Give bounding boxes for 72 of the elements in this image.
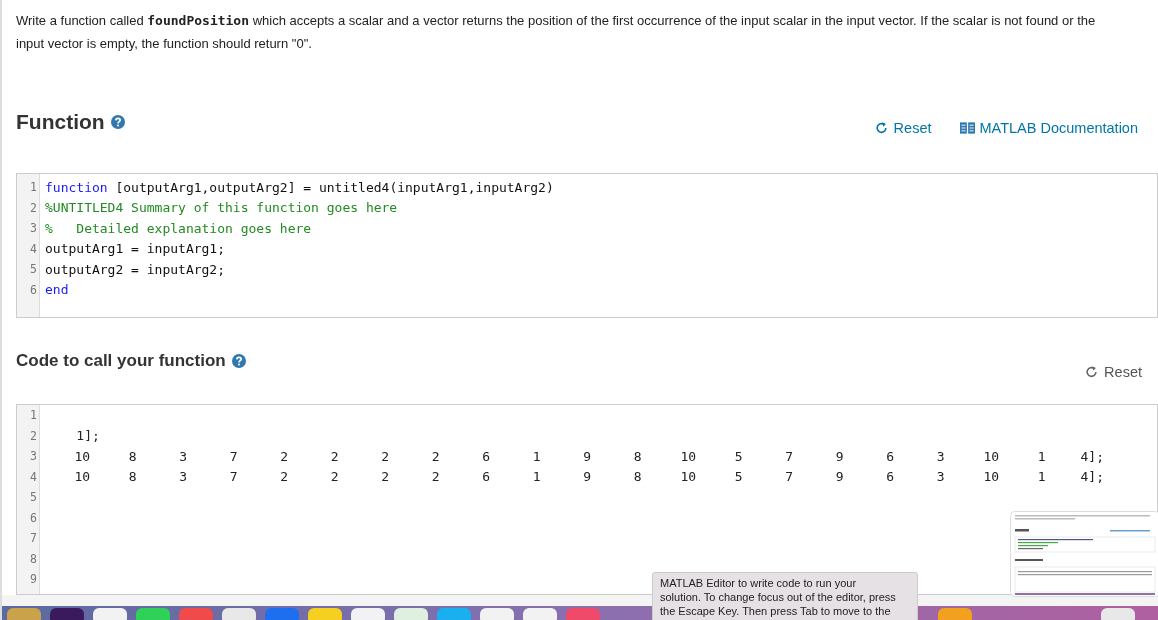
tooltip-text: the Escape Key. Then press Tab to move to the (660, 604, 891, 618)
code-value: 8 (127, 469, 138, 485)
line-number: 9 (29, 572, 37, 587)
code-value: 8 (632, 469, 643, 485)
code-value: 1 (1036, 448, 1047, 464)
code-value: 2 (380, 448, 391, 464)
code-value: 2 (279, 469, 290, 485)
line-number: 3 (29, 449, 37, 464)
code-value: 2 (380, 469, 391, 485)
code-value: 3 (935, 448, 946, 464)
code-value: 10 (982, 448, 1001, 464)
code-value: 10 (73, 469, 92, 485)
line-number: 4 (29, 469, 37, 484)
line-number: 2 (29, 428, 37, 443)
code-value: 4]; (1079, 448, 1105, 464)
line-number: 3 (29, 221, 37, 236)
line-number: 1 (29, 408, 37, 423)
code-value: 6 (885, 469, 896, 485)
code-line: function [outputArg1,outputArg2] = untitled4(inputArg1,inputArg2) (45, 179, 554, 195)
code-value: 2 (430, 469, 441, 485)
documentation-link[interactable]: MATLAB Documentation (959, 120, 1138, 136)
section-heading: Code to call your function (16, 351, 226, 371)
line-number: 8 (29, 551, 37, 566)
code-value: 3 (178, 448, 189, 464)
line-number: 6 (29, 510, 37, 525)
code-value: 9 (834, 469, 845, 485)
code-value: 6 (481, 448, 492, 464)
line-number: 1 (29, 180, 37, 195)
code-value: 10 (73, 448, 92, 464)
code-value: 7 (228, 448, 239, 464)
code-value: 9 (582, 448, 593, 464)
code-value: 6 (481, 469, 492, 485)
tooltip-text: MATLAB Editor to write code to run your (660, 576, 857, 590)
section-heading: Function (16, 110, 105, 134)
code-value: 3 (178, 469, 189, 485)
code-value: 10 (679, 448, 698, 464)
code-line: %UNTITLED4 Summary of this function goes here (45, 200, 398, 216)
code-value: 8 (127, 448, 138, 464)
code-value: 9 (582, 469, 593, 485)
line-number: 5 (29, 262, 37, 277)
code-value: 2 (279, 448, 290, 464)
code-value: 7 (784, 448, 795, 464)
code-line: % Detailed explanation goes here (45, 220, 312, 236)
line-number: 4 (29, 241, 37, 256)
code-value: 9 (834, 448, 845, 464)
code-value: 5 (733, 448, 744, 464)
line-number: 6 (29, 282, 37, 297)
code-line: end (45, 282, 69, 298)
code-value: 10 (679, 469, 698, 485)
code-value: 2 (430, 448, 441, 464)
reset-button[interactable]: Reset (873, 120, 932, 136)
code-value: 10 (982, 469, 1001, 485)
code-value: 1 (1036, 469, 1047, 485)
instructions-text: Write a function called foundPosition which accepts a scalar and a vector returns the position of the first occurrence of the input scalar in the input vector. If the scalar is not found or the input vector is empty, the function should return "0". (16, 12, 1097, 53)
reset-button[interactable]: Reset (1084, 364, 1142, 380)
code-value: 6 (885, 448, 896, 464)
code-line: outputArg1 = inputArg1; (45, 241, 225, 257)
code-value: 4]; (1079, 469, 1105, 485)
line-number: 7 (29, 531, 37, 546)
code-value: 8 (632, 448, 643, 464)
code-value: 2 (329, 469, 340, 485)
code-value: 1 (531, 469, 542, 485)
code-value: 7 (228, 469, 239, 485)
code-value: 1 (531, 448, 542, 464)
code-value: 3 (935, 469, 946, 485)
code-line: 1]; (75, 428, 100, 444)
code-line: outputArg2 = inputArg2; (45, 261, 225, 277)
code-value: 7 (784, 469, 795, 485)
line-number: 2 (29, 200, 37, 215)
line-number: 5 (29, 490, 37, 505)
code-value: 5 (733, 469, 744, 485)
code-value: 2 (329, 448, 340, 464)
